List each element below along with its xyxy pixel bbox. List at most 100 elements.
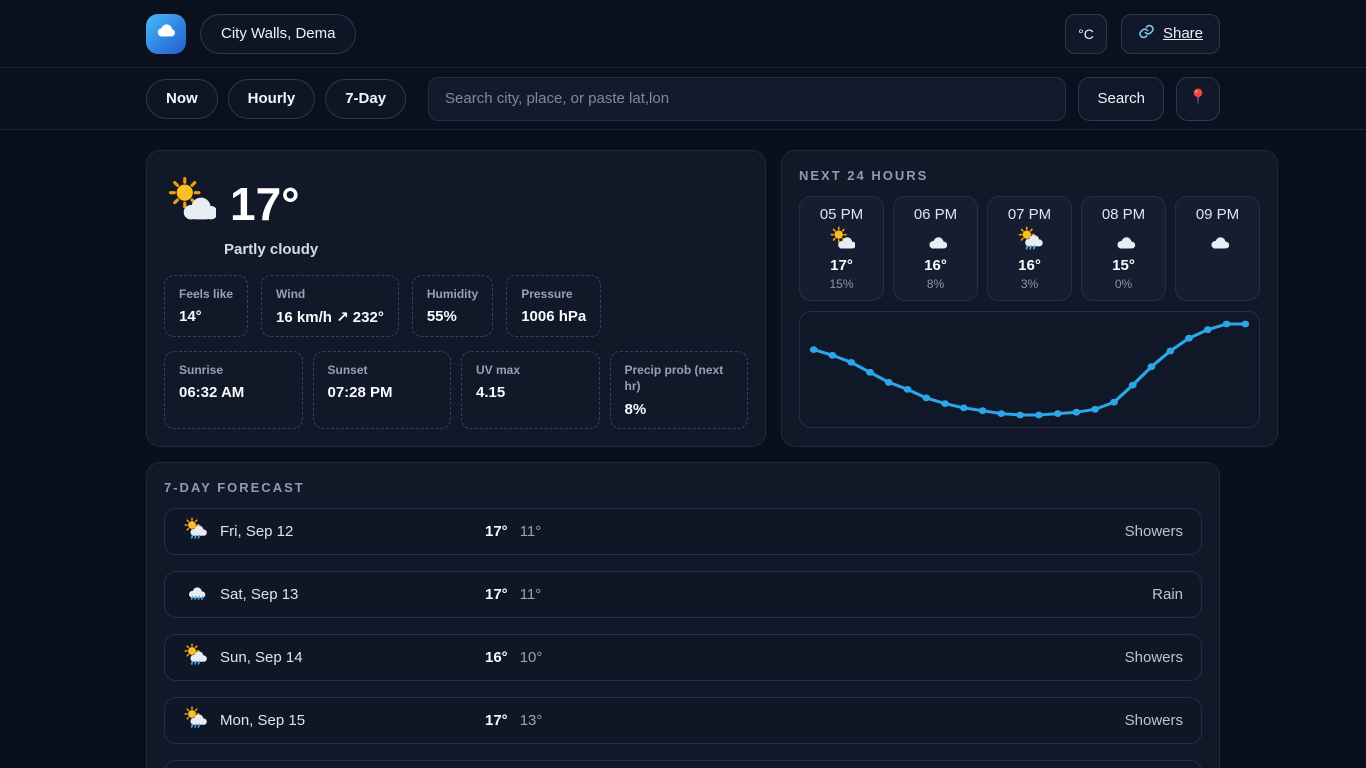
- hour-temp: 17°: [806, 257, 877, 274]
- hourly-strip: 05 PM17°15%06 PM16°8%07 PM16°3%08 PM15°0…: [799, 196, 1260, 301]
- hour-card-07-pm: 07 PM 16° 3%: [987, 196, 1072, 301]
- stat-value: 4.15: [476, 384, 585, 401]
- hour-card-06-pm: 06 PM 16° 8%: [893, 196, 978, 301]
- day-condition: Showers: [1125, 649, 1183, 666]
- tab-hourly[interactable]: Hourly: [228, 79, 316, 119]
- stat-value: 07:28 PM: [328, 384, 437, 401]
- day-condition: Showers: [1125, 523, 1183, 540]
- share-label: Share: [1163, 25, 1203, 42]
- hour-card-09-pm: 09 PM: [1175, 196, 1260, 301]
- stat-value: 16 km/h ↗ 232°: [276, 308, 384, 326]
- day-low-temp: 13°: [520, 712, 543, 729]
- day-low-temp: 11°: [520, 586, 542, 603]
- hour-card-05-pm: 05 PM 17° 15%: [799, 196, 884, 301]
- stat-label: Sunrise: [179, 362, 288, 378]
- day-label: Sun, Sep 14: [220, 649, 303, 666]
- stat-precip-prob-next-hr: Precip prob (next hr) 8%: [610, 351, 749, 428]
- day-row-clipped: [164, 760, 1202, 768]
- hour-time: 08 PM: [1088, 206, 1159, 223]
- sun-cloud-rain-icon: [183, 706, 207, 735]
- hour-time: 07 PM: [994, 206, 1065, 223]
- current-stats-row-1: Feels like 14° Wind 16 km/h ↗ 232° Humidity 5…: [164, 275, 748, 337]
- stat-sunset: Sunset07:28 PM: [313, 351, 452, 428]
- day-label: Sat, Sep 13: [220, 586, 298, 603]
- hour-precip: 15%: [806, 277, 877, 291]
- link-icon: [1138, 23, 1155, 44]
- hour-precip: 8%: [900, 277, 971, 291]
- day-high-temp: 17°: [485, 523, 508, 540]
- next-24-title: NEXT 24 HOURS: [799, 168, 1260, 183]
- locate-pin-button[interactable]: [1176, 77, 1220, 121]
- stat-value: 06:32 AM: [179, 384, 288, 401]
- hour-temp: 15°: [1088, 257, 1159, 274]
- day-row-mon-sep-15[interactable]: Mon, Sep 15 17° 13° Showers: [164, 697, 1202, 744]
- stat-uv-max: UV max 4.15: [461, 351, 600, 428]
- main-content: 17° Partly cloudy Feels like 14° Wind 16 km…: [146, 130, 1220, 768]
- search-button[interactable]: Search: [1078, 77, 1164, 121]
- day-high-temp: 16°: [485, 649, 508, 666]
- day-low-temp: 11°: [520, 523, 542, 540]
- share-button[interactable]: Share: [1121, 14, 1220, 54]
- hour-card-08-pm: 08 PM 15° 0%: [1081, 196, 1166, 301]
- day-label: Fri, Sep 12: [220, 523, 293, 540]
- sun-cloud-rain-icon: [183, 517, 207, 546]
- cloud-icon: [900, 226, 971, 257]
- current-weather-card: 17° Partly cloudy Feels like 14° Wind 16 km…: [146, 150, 766, 447]
- unit-toggle-button[interactable]: °C: [1065, 14, 1107, 54]
- hour-time: 09 PM: [1182, 206, 1253, 223]
- seven-day-list: Fri, Sep 12 17° 11° Showers Sat, Sep 13 17° 11…: [164, 508, 1202, 768]
- stat-wind: Wind 16 km/h ↗ 232°: [261, 275, 399, 337]
- sun-cloud-rain-icon: [183, 643, 207, 672]
- cloud-icon: [1088, 226, 1159, 257]
- stat-pressure: Pressure1006 hPa: [506, 275, 601, 337]
- nav-bar: NowHourly7-Day Search: [0, 68, 1366, 130]
- stat-value: 55%: [427, 308, 478, 325]
- cloud-logo-icon: [155, 20, 177, 47]
- current-temperature: 17°: [230, 181, 300, 227]
- sun-cloud-rain-icon: [994, 226, 1065, 257]
- day-row-sun-sep-14[interactable]: Sun, Sep 14 16° 10° Showers: [164, 634, 1202, 681]
- stat-label: UV max: [476, 362, 585, 378]
- partly-cloudy-icon: [166, 176, 216, 231]
- hour-time: 05 PM: [806, 206, 877, 223]
- app-logo[interactable]: [146, 14, 186, 54]
- search-input[interactable]: [428, 77, 1066, 121]
- day-row-fri-sep-12[interactable]: Fri, Sep 12 17° 11° Showers: [164, 508, 1202, 555]
- stat-value: 14°: [179, 308, 233, 325]
- day-row-sat-sep-13[interactable]: Sat, Sep 13 17° 11° Rain: [164, 571, 1202, 618]
- hour-temp: 16°: [900, 257, 971, 274]
- stat-label: Precip prob (next hr): [625, 362, 734, 394]
- day-low-temp: 10°: [520, 649, 543, 666]
- stat-label: Feels like: [179, 286, 233, 302]
- seven-day-card: 7-DAY FORECAST Fri, Sep 1217°11°ShowersS…: [146, 462, 1220, 768]
- stat-humidity: Humidity 55%: [412, 275, 493, 337]
- day-high-temp: 17°: [485, 712, 508, 729]
- hour-precip: 3%: [994, 277, 1065, 291]
- temperature-chart: [799, 311, 1260, 428]
- next-24-hours-card: NEXT 24 HOURS 05 PM 17° 15% 06 PM 16° 8% 07 PM…: [781, 150, 1278, 447]
- stat-label: Humidity: [427, 286, 478, 302]
- view-tabs: NowHourly7-Day: [146, 79, 406, 119]
- current-stats-row-2: Sunrise 06:32 AM Sunset07:28 PM UV max 4.15 P…: [164, 351, 748, 428]
- round-pushpin-icon: [1188, 87, 1208, 110]
- day-high-temp: 17°: [485, 586, 508, 603]
- tab-7-day[interactable]: 7-Day: [325, 79, 406, 119]
- seven-day-title: 7-DAY FORECAST: [164, 480, 1202, 495]
- day-label: Mon, Sep 15: [220, 712, 305, 729]
- day-condition: Rain: [1152, 586, 1183, 603]
- location-chip: City Walls, Dema: [200, 14, 356, 54]
- top-bar: City Walls, Dema °C Share: [0, 0, 1366, 68]
- stat-label: Wind: [276, 286, 384, 302]
- cloud-rain-icon: [183, 580, 207, 609]
- day-condition: Showers: [1125, 712, 1183, 729]
- hour-time: 06 PM: [900, 206, 971, 223]
- stat-label: Pressure: [521, 286, 586, 302]
- tab-now[interactable]: Now: [146, 79, 218, 119]
- current-condition: Partly cloudy: [224, 241, 748, 258]
- stat-feels-like: Feels like 14°: [164, 275, 248, 337]
- stat-sunrise: Sunrise 06:32 AM: [164, 351, 303, 428]
- stat-value: 8%: [625, 401, 734, 418]
- hour-precip: 0%: [1088, 277, 1159, 291]
- location-label: City Walls, Dema: [221, 25, 335, 42]
- hour-temp: 16°: [994, 257, 1065, 274]
